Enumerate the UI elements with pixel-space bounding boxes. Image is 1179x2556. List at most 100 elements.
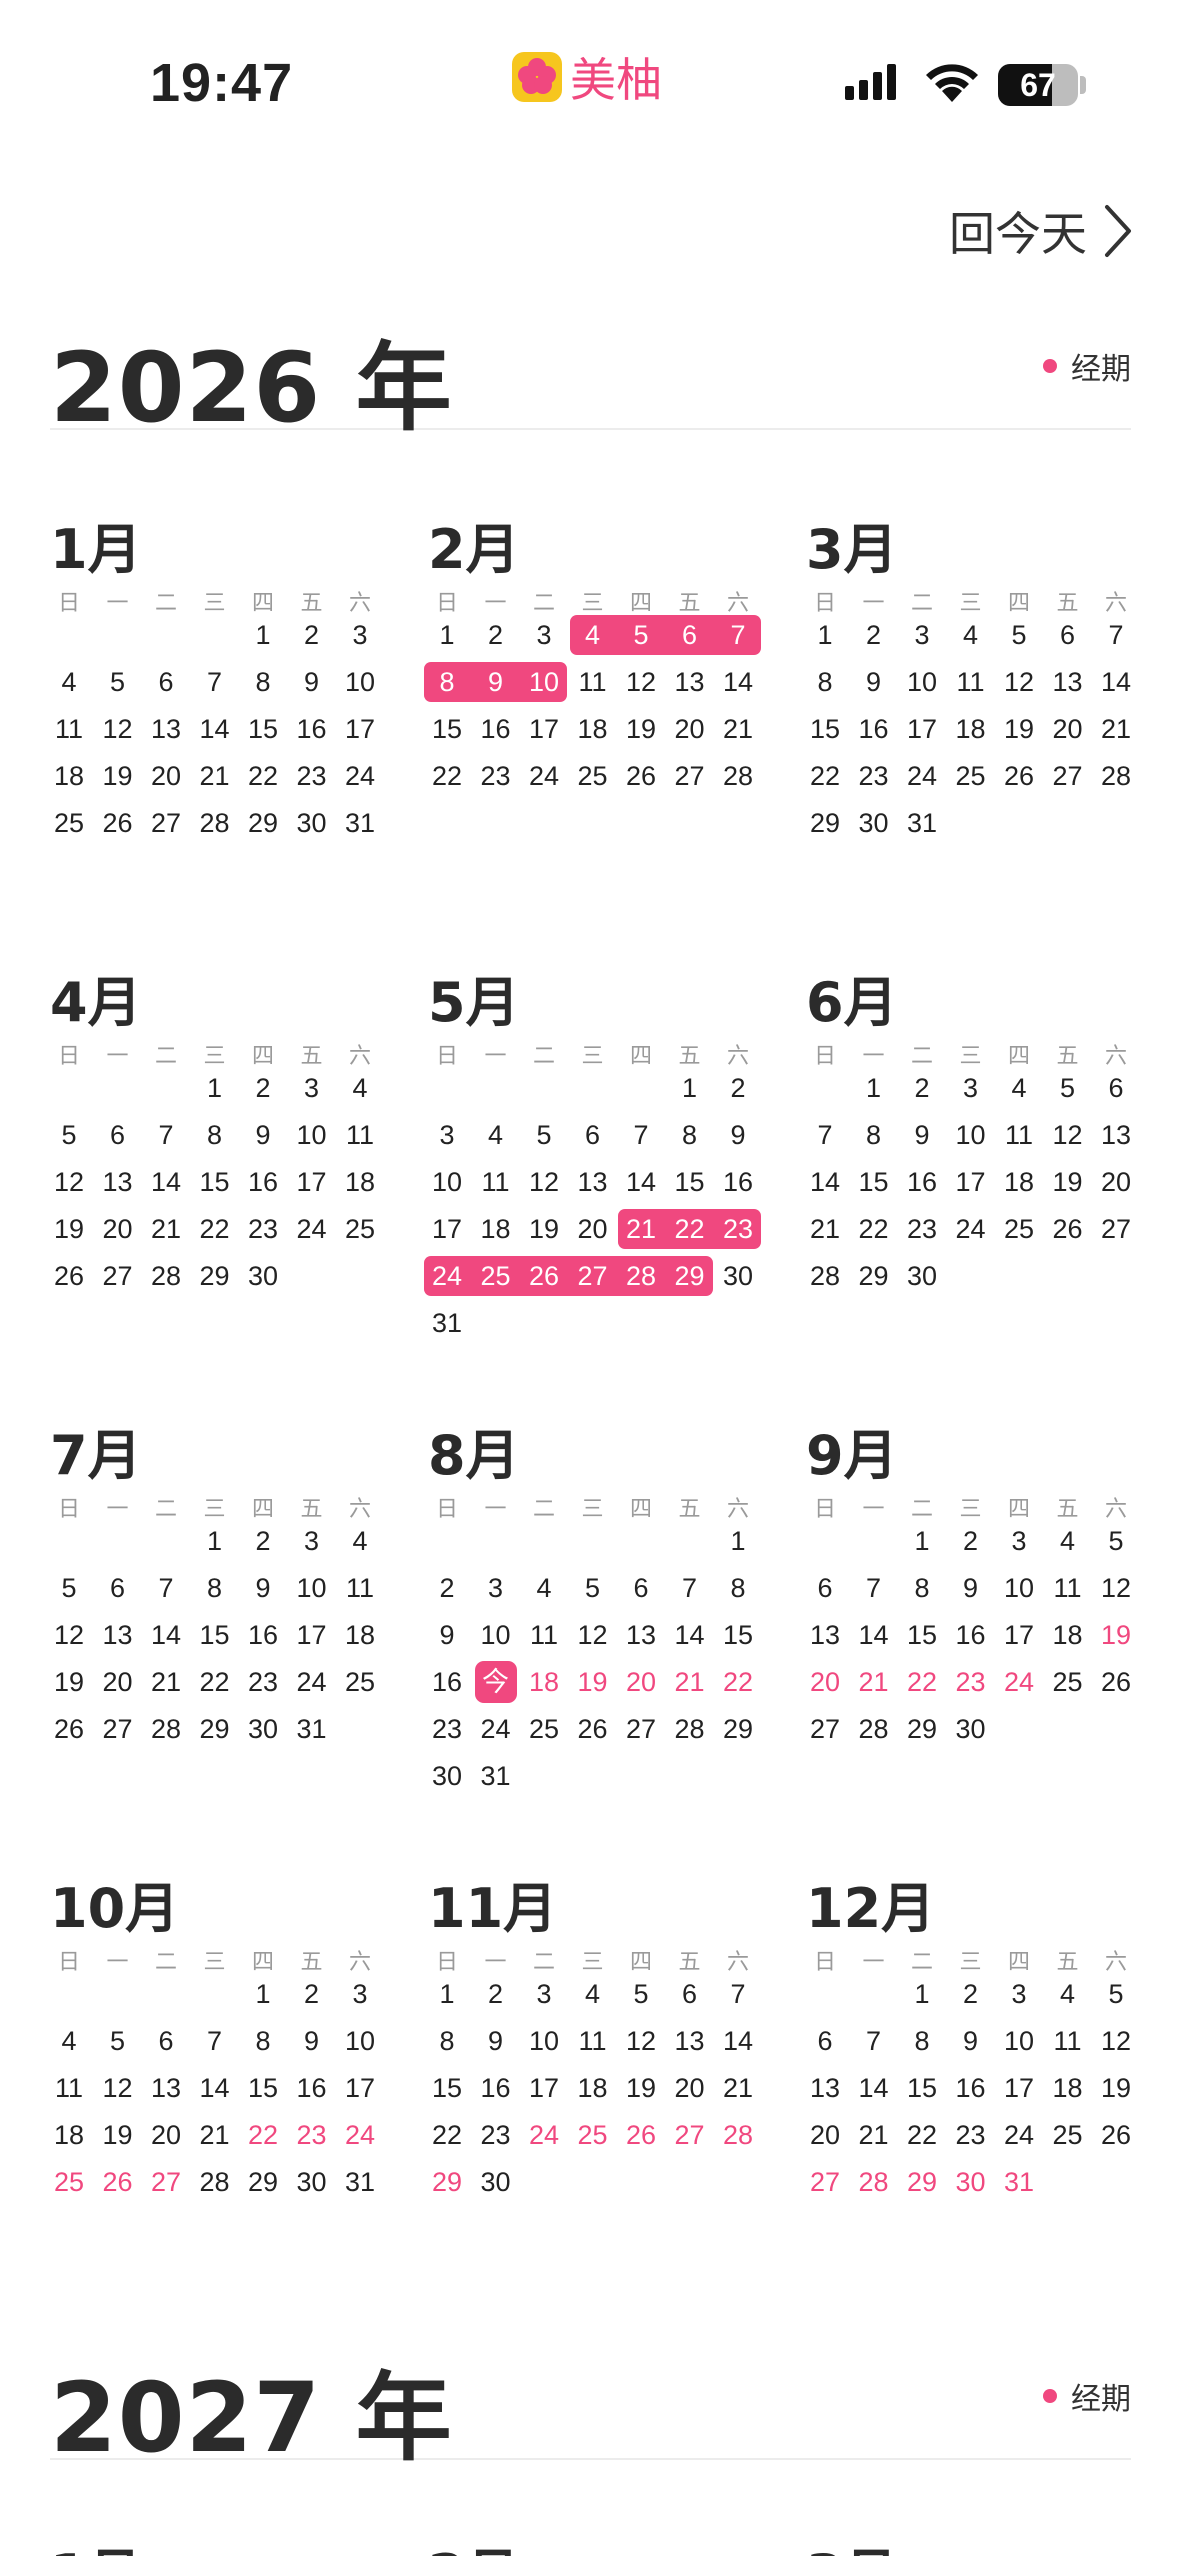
- day-cell[interactable]: 22: [423, 756, 471, 796]
- day-cell[interactable]: 27: [1092, 1209, 1140, 1249]
- day-cell[interactable]: 20: [666, 709, 714, 749]
- day-cell[interactable]: 24: [898, 756, 946, 796]
- day-cell[interactable]: 3: [423, 1115, 471, 1155]
- day-cell[interactable]: 14: [801, 1162, 849, 1202]
- day-cell[interactable]: 17: [995, 1615, 1043, 1655]
- day-cell[interactable]: 30: [423, 1756, 471, 1796]
- day-cell[interactable]: 22: [239, 756, 287, 796]
- day-cell[interactable]: 25: [472, 1256, 520, 1296]
- day-cell[interactable]: 7: [1092, 615, 1140, 655]
- day-cell[interactable]: 21: [666, 1662, 714, 1702]
- day-cell[interactable]: 16: [947, 1615, 995, 1655]
- day-cell[interactable]: 6: [94, 1568, 142, 1608]
- day-cell[interactable]: 12: [1092, 2021, 1140, 2061]
- day-cell[interactable]: 14: [714, 662, 762, 702]
- day-cell[interactable]: 25: [995, 1209, 1043, 1249]
- day-cell[interactable]: 28: [801, 1256, 849, 1296]
- day-cell[interactable]: 15: [666, 1162, 714, 1202]
- day-cell[interactable]: 19: [94, 2115, 142, 2155]
- day-cell[interactable]: 14: [617, 1162, 665, 1202]
- day-cell[interactable]: 13: [1044, 662, 1092, 702]
- day-cell[interactable]: 19: [520, 1209, 568, 1249]
- day-cell[interactable]: 21: [850, 1662, 898, 1702]
- day-cell[interactable]: 9: [850, 662, 898, 702]
- day-cell[interactable]: 12: [94, 709, 142, 749]
- day-cell[interactable]: 15: [898, 1615, 946, 1655]
- day-cell[interactable]: 25: [45, 2162, 93, 2202]
- day-cell[interactable]: 20: [617, 1662, 665, 1702]
- day-cell[interactable]: 30: [850, 803, 898, 843]
- day-cell[interactable]: 11: [1044, 1568, 1092, 1608]
- day-cell[interactable]: 16: [472, 709, 520, 749]
- day-cell[interactable]: 11: [569, 2021, 617, 2061]
- day-cell[interactable]: 30: [714, 1256, 762, 1296]
- day-cell[interactable]: 13: [801, 2068, 849, 2108]
- day-cell[interactable]: 10: [423, 1162, 471, 1202]
- day-cell[interactable]: 3: [995, 1521, 1043, 1561]
- day-cell[interactable]: 7: [617, 1115, 665, 1155]
- day-cell[interactable]: 30: [288, 2162, 336, 2202]
- day-cell[interactable]: 15: [801, 709, 849, 749]
- day-cell[interactable]: 29: [898, 1709, 946, 1749]
- day-cell[interactable]: 20: [94, 1209, 142, 1249]
- day-cell[interactable]: 3: [288, 1068, 336, 1108]
- day-cell[interactable]: 9: [239, 1568, 287, 1608]
- day-cell[interactable]: 10: [995, 1568, 1043, 1608]
- day-cell[interactable]: 19: [617, 2068, 665, 2108]
- day-cell[interactable]: 26: [617, 2115, 665, 2155]
- day-cell[interactable]: 26: [94, 2162, 142, 2202]
- day-cell[interactable]: 3: [472, 1568, 520, 1608]
- day-cell[interactable]: 4: [995, 1068, 1043, 1108]
- day-cell[interactable]: 17: [288, 1615, 336, 1655]
- day-cell[interactable]: 9: [239, 1115, 287, 1155]
- day-cell[interactable]: 2: [947, 1974, 995, 2014]
- day-cell[interactable]: 10: [995, 2021, 1043, 2061]
- day-cell[interactable]: 1: [191, 1521, 239, 1561]
- day-cell[interactable]: 1: [898, 1521, 946, 1561]
- day-cell[interactable]: 14: [1092, 662, 1140, 702]
- day-cell[interactable]: 18: [1044, 1615, 1092, 1655]
- day-cell[interactable]: 17: [520, 709, 568, 749]
- day-cell[interactable]: 22: [666, 1209, 714, 1249]
- day-cell[interactable]: 29: [191, 1709, 239, 1749]
- day-cell[interactable]: 16: [947, 2068, 995, 2108]
- day-cell[interactable]: 20: [1092, 1162, 1140, 1202]
- day-cell[interactable]: 11: [336, 1568, 384, 1608]
- day-cell[interactable]: 22: [191, 1662, 239, 1702]
- day-cell[interactable]: 14: [142, 1162, 190, 1202]
- day-cell[interactable]: 23: [714, 1209, 762, 1249]
- day-cell[interactable]: 23: [947, 2115, 995, 2155]
- day-cell[interactable]: 12: [617, 662, 665, 702]
- day-cell[interactable]: 11: [45, 2068, 93, 2108]
- day-cell[interactable]: 30: [947, 1709, 995, 1749]
- day-cell[interactable]: 12: [520, 1162, 568, 1202]
- day-cell[interactable]: 26: [569, 1709, 617, 1749]
- day-cell[interactable]: 24: [995, 1662, 1043, 1702]
- day-cell[interactable]: 29: [239, 803, 287, 843]
- day-cell[interactable]: 5: [94, 662, 142, 702]
- day-cell[interactable]: 19: [94, 756, 142, 796]
- day-cell[interactable]: 17: [288, 1162, 336, 1202]
- day-cell[interactable]: 28: [850, 1709, 898, 1749]
- day-cell[interactable]: 5: [1044, 1068, 1092, 1108]
- day-cell[interactable]: 5: [45, 1115, 93, 1155]
- day-cell[interactable]: 23: [472, 756, 520, 796]
- day-cell[interactable]: 14: [714, 2021, 762, 2061]
- day-cell[interactable]: 21: [850, 2115, 898, 2155]
- day-cell[interactable]: 10: [336, 662, 384, 702]
- day-cell[interactable]: 19: [569, 1662, 617, 1702]
- day-cell[interactable]: 23: [947, 1662, 995, 1702]
- day-cell[interactable]: 8: [898, 1568, 946, 1608]
- day-cell[interactable]: 8: [666, 1115, 714, 1155]
- day-cell[interactable]: 30: [947, 2162, 995, 2202]
- day-cell[interactable]: 18: [336, 1615, 384, 1655]
- day-cell[interactable]: 20: [1044, 709, 1092, 749]
- day-cell[interactable]: 17: [336, 709, 384, 749]
- day-cell[interactable]: 23: [239, 1662, 287, 1702]
- today-day-cell[interactable]: 今: [472, 1662, 520, 1702]
- day-cell[interactable]: 25: [1044, 1662, 1092, 1702]
- day-cell[interactable]: 29: [714, 1709, 762, 1749]
- day-cell[interactable]: 12: [995, 662, 1043, 702]
- day-cell[interactable]: 3: [947, 1068, 995, 1108]
- day-cell[interactable]: 31: [898, 803, 946, 843]
